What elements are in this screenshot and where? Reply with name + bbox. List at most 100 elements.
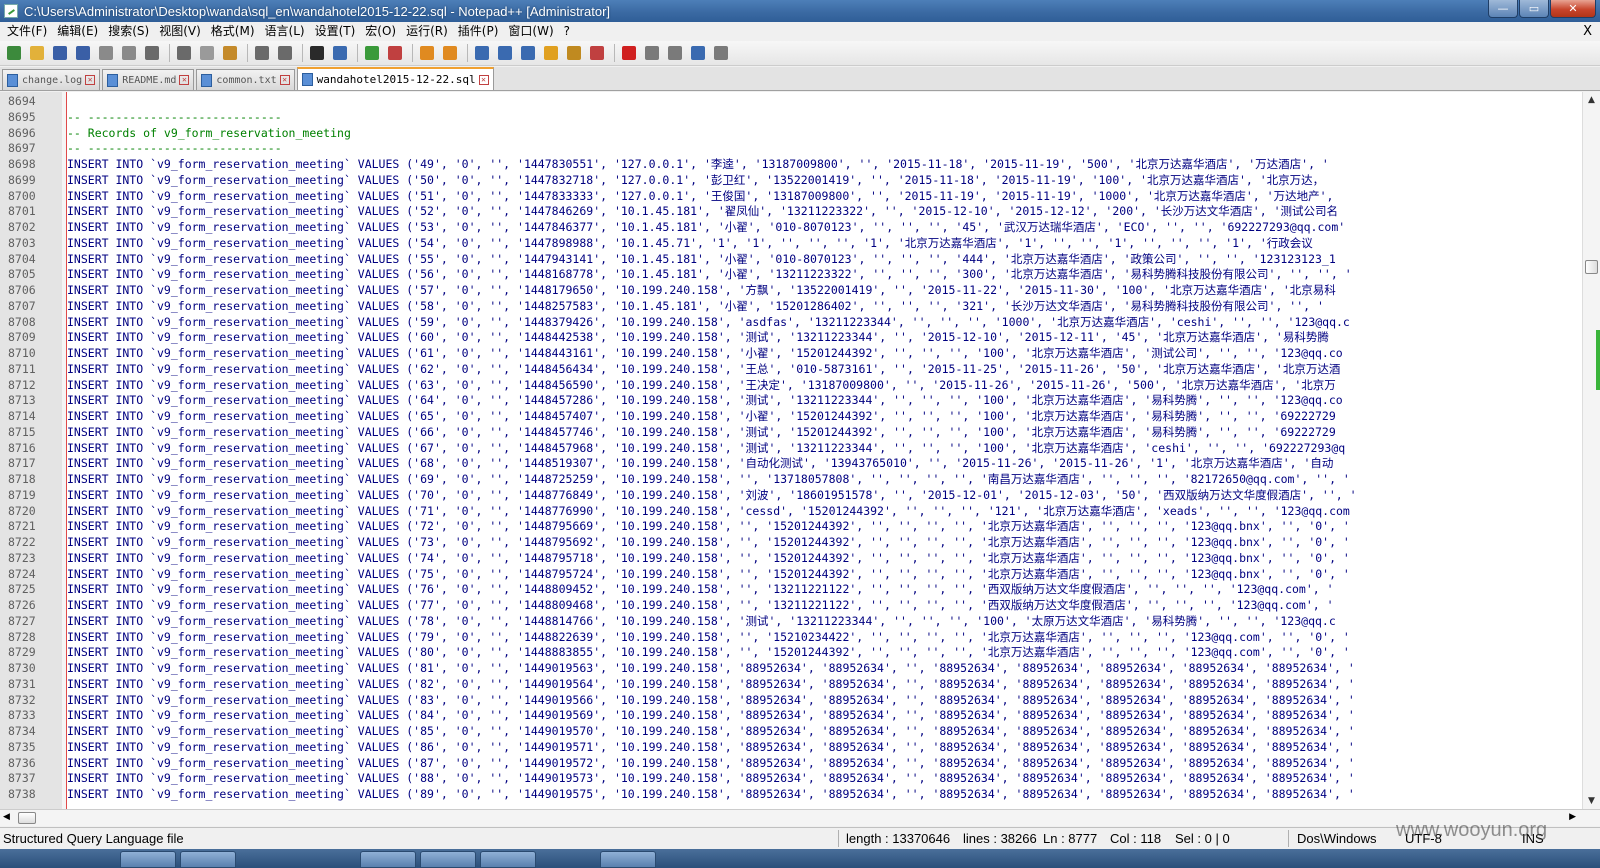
open-file-icon[interactable]	[27, 43, 47, 63]
code-line[interactable]: 8700 INSERT INTO `v9_form_reservation_mee…	[0, 189, 1582, 205]
tab-close-icon[interactable]: ✕	[179, 75, 190, 85]
indent-guide-icon[interactable]	[518, 43, 538, 63]
stop-record-icon[interactable]	[642, 43, 662, 63]
code-line[interactable]: 8708 INSERT INTO `v9_form_reservation_mee…	[0, 315, 1582, 331]
vertical-scrollbar[interactable]: ▲ ▼	[1582, 92, 1600, 809]
paste-icon[interactable]	[220, 43, 240, 63]
udl-icon[interactable]	[541, 43, 561, 63]
code-line[interactable]: 8720 INSERT INTO `v9_form_reservation_mee…	[0, 504, 1582, 520]
menu-run[interactable]: 运行(R)	[401, 22, 453, 41]
menu-edit[interactable]: 编辑(E)	[52, 22, 103, 41]
code-line[interactable]: 8727 INSERT INTO `v9_form_reservation_mee…	[0, 614, 1582, 630]
menu-window[interactable]: 窗口(W)	[503, 22, 558, 41]
menu-language[interactable]: 语言(L)	[260, 22, 310, 41]
editor-area[interactable]: 8694 8695 -- ---------------------------- 8…	[0, 92, 1582, 809]
menu-file[interactable]: 文件(F)	[2, 22, 52, 41]
redo-icon[interactable]	[275, 43, 295, 63]
copy-icon[interactable]	[197, 43, 217, 63]
tab-change-log[interactable]: change.log ✕	[2, 69, 101, 90]
menu-view[interactable]: 视图(V)	[154, 22, 206, 41]
code-line[interactable]: 8716 INSERT INTO `v9_form_reservation_mee…	[0, 441, 1582, 457]
close-icon[interactable]	[96, 43, 116, 63]
minimize-button[interactable]: —	[1488, 0, 1518, 18]
code-line[interactable]: 8710 INSERT INTO `v9_form_reservation_mee…	[0, 346, 1582, 362]
close-all-icon[interactable]	[119, 43, 139, 63]
code-line[interactable]: 8719 INSERT INTO `v9_form_reservation_mee…	[0, 488, 1582, 504]
tab-close-icon[interactable]: ✕	[478, 74, 489, 85]
code-line[interactable]: 8713 INSERT INTO `v9_form_reservation_mee…	[0, 393, 1582, 409]
zoom-out-icon[interactable]	[385, 43, 405, 63]
run-macro-multiple-icon[interactable]	[688, 43, 708, 63]
scroll-left-icon[interactable]: ◀	[3, 812, 10, 822]
menu-macro[interactable]: 宏(O)	[360, 22, 401, 41]
code-line[interactable]: 8723 INSERT INTO `v9_form_reservation_mee…	[0, 551, 1582, 567]
code-line[interactable]: 8696 -- Records of v9_form_reservation_me…	[0, 126, 1582, 142]
undo-icon[interactable]	[252, 43, 272, 63]
tab-wandahotel-sql[interactable]: wandahotel2015-12-22.sql ✕	[296, 67, 494, 90]
code-line[interactable]: 8722 INSERT INTO `v9_form_reservation_mee…	[0, 535, 1582, 551]
function-list-icon[interactable]	[587, 43, 607, 63]
code-line[interactable]: 8738 INSERT INTO `v9_form_reservation_mee…	[0, 787, 1582, 803]
horizontal-scroll-thumb[interactable]	[18, 812, 36, 824]
code-line[interactable]: 8712 INSERT INTO `v9_form_reservation_mee…	[0, 378, 1582, 394]
doc-map-icon[interactable]	[564, 43, 584, 63]
code-line[interactable]: 8703 INSERT INTO `v9_form_reservation_mee…	[0, 236, 1582, 252]
close-document-button[interactable]: X	[1583, 22, 1592, 41]
new-file-icon[interactable]	[4, 43, 24, 63]
code-line[interactable]: 8729 INSERT INTO `v9_form_reservation_mee…	[0, 645, 1582, 661]
code-line[interactable]: 8728 INSERT INTO `v9_form_reservation_mee…	[0, 630, 1582, 646]
code-line[interactable]: 8735 INSERT INTO `v9_form_reservation_mee…	[0, 740, 1582, 756]
menu-settings[interactable]: 设置(T)	[310, 22, 361, 41]
code-line[interactable]: 8699 INSERT INTO `v9_form_reservation_mee…	[0, 173, 1582, 189]
code-line[interactable]: 8711 INSERT INTO `v9_form_reservation_mee…	[0, 362, 1582, 378]
sync-h-icon[interactable]	[440, 43, 460, 63]
code-line[interactable]: 8698 INSERT INTO `v9_form_reservation_mee…	[0, 157, 1582, 173]
tab-common[interactable]: common.txt ✕	[196, 69, 295, 90]
save-all-icon[interactable]	[73, 43, 93, 63]
menu-format[interactable]: 格式(M)	[206, 22, 260, 41]
taskbar-item[interactable]	[480, 851, 536, 868]
cut-icon[interactable]	[174, 43, 194, 63]
code-line[interactable]: 8697 -- ----------------------------	[0, 141, 1582, 157]
code-line[interactable]: 8726 INSERT INTO `v9_form_reservation_mee…	[0, 598, 1582, 614]
all-chars-icon[interactable]	[495, 43, 515, 63]
horizontal-scrollbar[interactable]: ◀ ▶	[0, 809, 1600, 826]
taskbar-item[interactable]	[360, 851, 416, 868]
code-line[interactable]: 8701 INSERT INTO `v9_form_reservation_mee…	[0, 204, 1582, 220]
record-macro-icon[interactable]	[619, 43, 639, 63]
code-line[interactable]: 8717 INSERT INTO `v9_form_reservation_mee…	[0, 456, 1582, 472]
code-line[interactable]: 8694	[0, 94, 1582, 110]
code-line[interactable]: 8704 INSERT INTO `v9_form_reservation_mee…	[0, 252, 1582, 268]
taskbar-item[interactable]	[120, 851, 176, 868]
code-line[interactable]: 8734 INSERT INTO `v9_form_reservation_mee…	[0, 724, 1582, 740]
tab-readme[interactable]: README.md ✕	[102, 69, 195, 90]
play-macro-icon[interactable]	[665, 43, 685, 63]
vertical-scroll-thumb[interactable]	[1585, 260, 1598, 274]
menu-help[interactable]: ?	[559, 22, 575, 41]
menu-plugins[interactable]: 插件(P)	[453, 22, 504, 41]
print-icon[interactable]	[142, 43, 162, 63]
taskbar-item[interactable]	[420, 851, 476, 868]
sync-v-icon[interactable]	[417, 43, 437, 63]
code-line[interactable]: 8707 INSERT INTO `v9_form_reservation_mee…	[0, 299, 1582, 315]
code-line[interactable]: 8737 INSERT INTO `v9_form_reservation_mee…	[0, 771, 1582, 787]
code-line[interactable]: 8736 INSERT INTO `v9_form_reservation_mee…	[0, 756, 1582, 772]
zoom-in-icon[interactable]	[362, 43, 382, 63]
taskbar-item[interactable]	[180, 851, 236, 868]
close-window-button[interactable]: ✕	[1550, 0, 1596, 18]
find-icon[interactable]	[307, 43, 327, 63]
taskbar-item[interactable]	[600, 851, 656, 868]
code-line[interactable]: 8730 INSERT INTO `v9_form_reservation_mee…	[0, 661, 1582, 677]
code-line[interactable]: 8705 INSERT INTO `v9_form_reservation_mee…	[0, 267, 1582, 283]
scroll-right-icon[interactable]: ▶	[1569, 812, 1576, 822]
replace-icon[interactable]	[330, 43, 350, 63]
menu-search[interactable]: 搜索(S)	[103, 22, 154, 41]
code-line[interactable]: 8695 -- ----------------------------	[0, 110, 1582, 126]
wrap-icon[interactable]	[472, 43, 492, 63]
code-line[interactable]: 8709 INSERT INTO `v9_form_reservation_mee…	[0, 330, 1582, 346]
code-line[interactable]: 8715 INSERT INTO `v9_form_reservation_mee…	[0, 425, 1582, 441]
code-line[interactable]: 8725 INSERT INTO `v9_form_reservation_mee…	[0, 582, 1582, 598]
code-line[interactable]: 8724 INSERT INTO `v9_form_reservation_mee…	[0, 567, 1582, 583]
code-line[interactable]: 8732 INSERT INTO `v9_form_reservation_mee…	[0, 693, 1582, 709]
tab-close-icon[interactable]: ✕	[279, 75, 290, 85]
